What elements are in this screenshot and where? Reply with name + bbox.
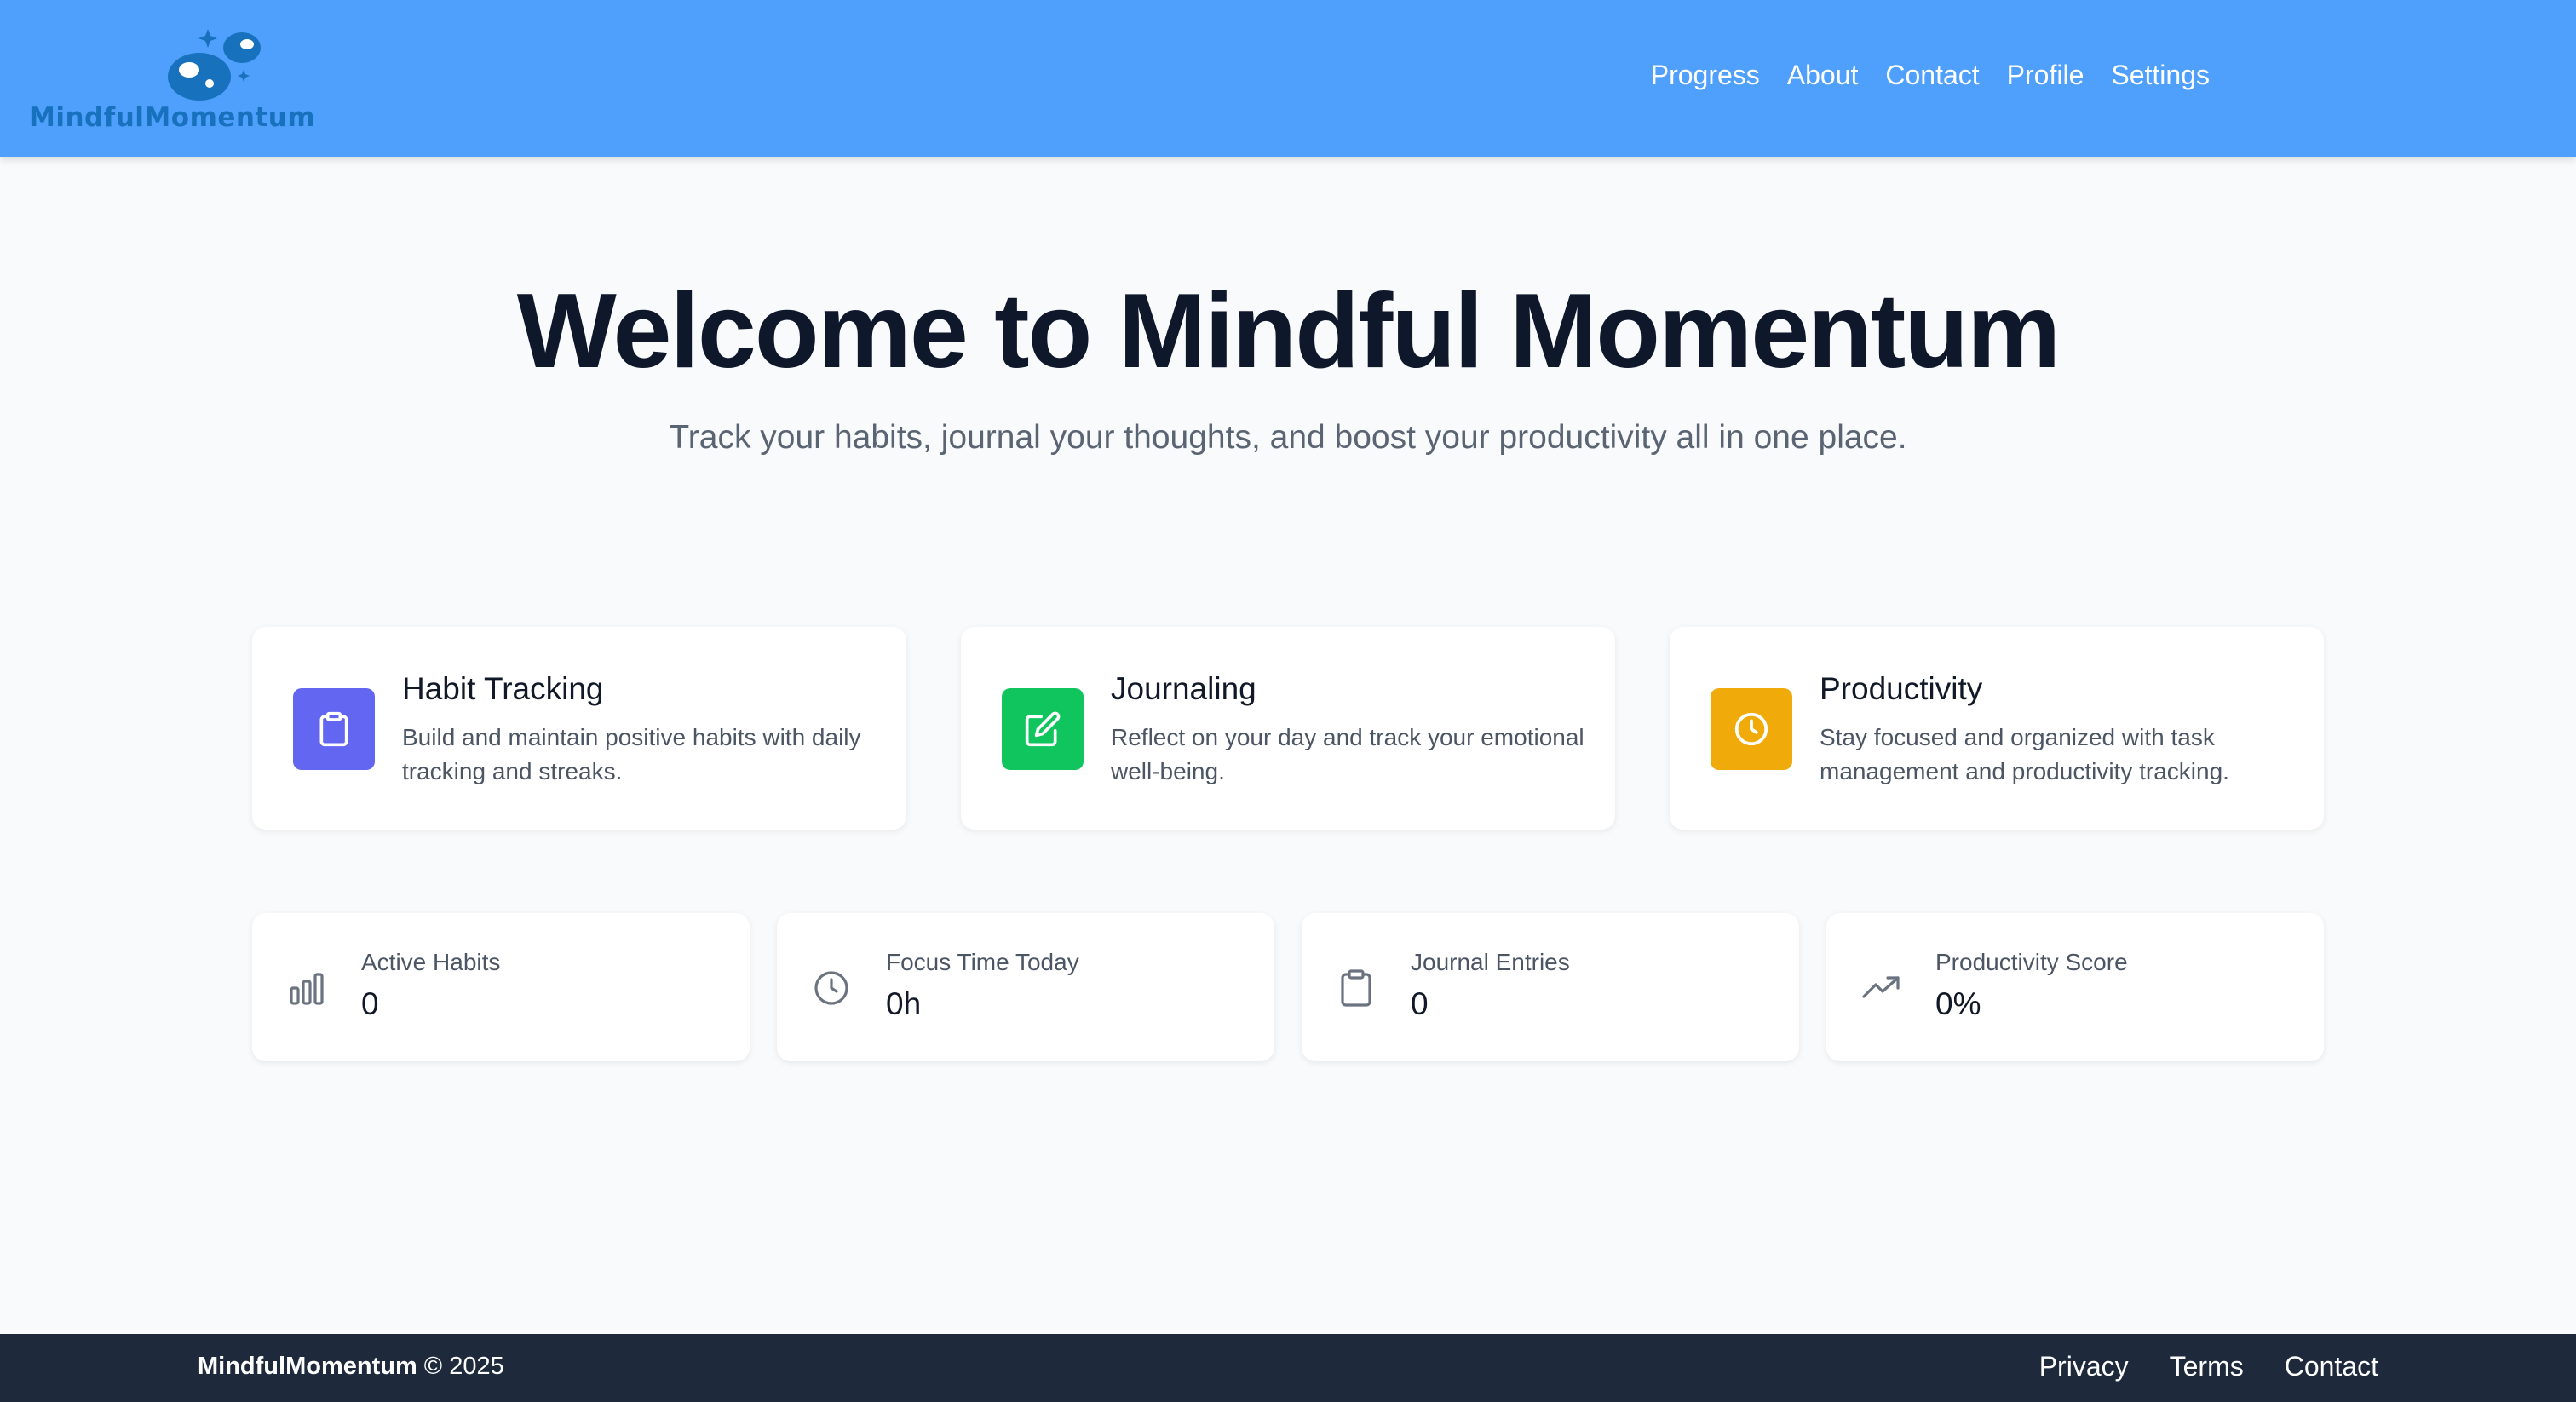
feature-title: Journaling xyxy=(1111,671,1256,706)
page-subtitle: Track your habits, journal your thoughts… xyxy=(669,419,1907,456)
trending-up-icon xyxy=(1862,976,1900,998)
feature-card-productivity[interactable]: Productivity Stay focused and organized … xyxy=(1670,627,2324,830)
feature-description: Stay focused and organized with task man… xyxy=(1820,724,2229,784)
feature-cards: Habit Tracking Build and maintain positi… xyxy=(252,627,2324,830)
page: MindfulMomentum Progress About Contact P… xyxy=(0,0,2576,1402)
top-header: MindfulMomentum Progress About Contact P… xyxy=(0,0,2576,157)
feature-title: Habit Tracking xyxy=(402,671,604,706)
footer-links: Privacy Terms Contact xyxy=(2039,1351,2378,1382)
footer: MindfulMomentum © 2025 Privacy Terms Con… xyxy=(0,1334,2576,1402)
nav-settings[interactable]: Settings xyxy=(2111,60,2210,91)
stat-card-focus-time: Focus Time Today 0h xyxy=(777,913,1274,1061)
feature-card-journaling[interactable]: Journaling Reflect on your day and track… xyxy=(961,627,1615,830)
stat-value: 0 xyxy=(361,986,379,1021)
clipboard-icon xyxy=(293,688,375,770)
clock-icon xyxy=(814,971,848,1005)
nav-contact[interactable]: Contact xyxy=(1885,60,1979,91)
bubbles-logo-icon xyxy=(168,29,261,101)
bar-chart-icon xyxy=(290,973,324,1005)
feature-description: Reflect on your day and track your emoti… xyxy=(1111,724,1584,784)
footer-copyright: MindfulMomentum © 2025 xyxy=(198,1353,504,1381)
nav-progress[interactable]: Progress xyxy=(1651,60,1760,91)
stat-label: Journal Entries xyxy=(1411,949,1570,975)
main-nav: Progress About Contact Profile Settings xyxy=(1651,60,2210,91)
feature-description: Build and maintain positive habits with … xyxy=(402,724,861,784)
clipboard-icon xyxy=(1341,969,1371,1007)
logo[interactable]: MindfulMomentum xyxy=(29,27,336,133)
stat-card-journal-entries: Journal Entries 0 xyxy=(1302,913,1799,1061)
footer-link-contact[interactable]: Contact xyxy=(2285,1351,2378,1382)
page-title: Welcome to Mindful Momentum xyxy=(516,273,2061,390)
nav-profile[interactable]: Profile xyxy=(2007,60,2084,91)
stat-card-active-habits: Active Habits 0 xyxy=(252,913,750,1061)
footer-link-terms[interactable]: Terms xyxy=(2170,1351,2244,1382)
stats-row: Active Habits 0 Focus Time Today 0h Jour… xyxy=(252,913,2324,1061)
clock-icon xyxy=(1711,688,1792,770)
edit-icon xyxy=(1002,688,1084,770)
stat-label: Focus Time Today xyxy=(886,949,1079,975)
footer-link-privacy[interactable]: Privacy xyxy=(2039,1351,2129,1382)
stat-card-productivity-score: Productivity Score 0% xyxy=(1826,913,2324,1061)
nav-about[interactable]: About xyxy=(1787,60,1859,91)
stat-value: 0% xyxy=(1935,986,1981,1021)
logo-text: MindfulMomentum xyxy=(29,102,316,133)
feature-title: Productivity xyxy=(1820,671,1983,706)
stat-value: 0 xyxy=(1411,986,1429,1021)
stat-label: Productivity Score xyxy=(1935,949,2128,975)
stat-label: Active Habits xyxy=(361,949,501,975)
feature-card-habit-tracking[interactable]: Habit Tracking Build and maintain positi… xyxy=(252,627,906,830)
footer-copyright-year: © 2025 xyxy=(417,1353,504,1380)
footer-brand-name: MindfulMomentum xyxy=(198,1353,417,1380)
stat-value: 0h xyxy=(886,986,922,1021)
